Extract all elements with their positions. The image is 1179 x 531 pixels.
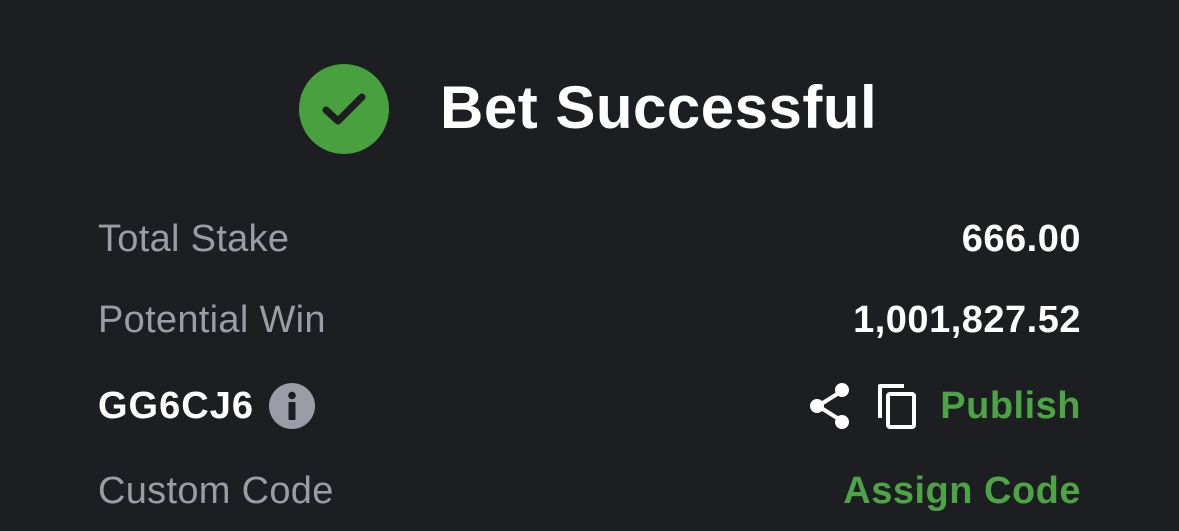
bet-success-panel: Bet Successful Total Stake 666.00 Potent… xyxy=(0,0,1179,531)
booking-actions: Publish xyxy=(808,381,1081,431)
assign-code-button[interactable]: Assign Code xyxy=(843,470,1081,513)
booking-code-group: GG6CJ6 xyxy=(98,383,315,429)
info-icon[interactable] xyxy=(268,383,315,429)
success-header: Bet Successful xyxy=(299,64,877,154)
total-stake-value: 666.00 xyxy=(961,217,1081,260)
check-circle-icon xyxy=(299,64,389,154)
potential-win-row: Potential Win 1,001,827.52 xyxy=(98,295,1081,345)
potential-win-label: Potential Win xyxy=(98,298,326,341)
page-title: Bet Successful xyxy=(440,74,878,141)
total-stake-label: Total Stake xyxy=(98,217,290,260)
publish-button[interactable]: Publish xyxy=(940,385,1081,428)
booking-code: GG6CJ6 xyxy=(98,384,254,427)
copy-icon[interactable] xyxy=(876,381,918,431)
share-icon[interactable] xyxy=(808,381,852,431)
total-stake-row: Total Stake 666.00 xyxy=(98,214,1081,264)
booking-code-row: GG6CJ6 Publish xyxy=(98,381,1081,431)
potential-win-value: 1,001,827.52 xyxy=(853,298,1081,341)
custom-code-label: Custom Code xyxy=(98,469,334,512)
custom-code-row: Custom Code Assign Code xyxy=(98,466,1081,516)
